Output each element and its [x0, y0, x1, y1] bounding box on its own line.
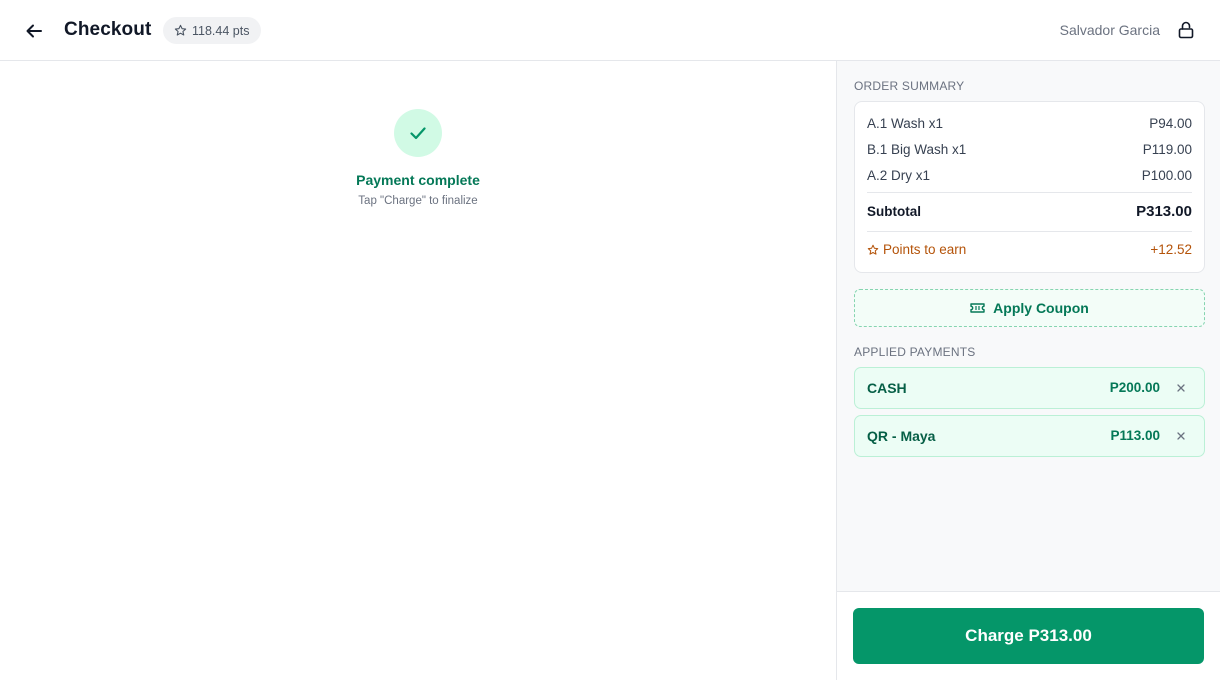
check-icon — [410, 127, 426, 140]
payment-amount: P113.00 — [1110, 428, 1160, 443]
main-panel: Payment complete Tap "Charge" to finaliz… — [0, 61, 836, 680]
status-title: Payment complete — [356, 172, 480, 188]
divider — [867, 192, 1192, 193]
back-button[interactable] — [22, 19, 46, 43]
line-item: A.2 Dry x1 P100.00 — [867, 168, 1192, 186]
star-icon — [867, 244, 879, 255]
apply-coupon-button[interactable]: Apply Coupon — [854, 289, 1205, 327]
top-bar: Checkout 118.44 pts Salvador Garcia — [0, 0, 1220, 61]
subtotal-value: P313.00 — [1136, 203, 1192, 220]
charge-button[interactable]: Charge P313.00 — [853, 608, 1204, 664]
points-badge: 118.44 pts — [163, 17, 262, 44]
lock-icon — [1178, 21, 1194, 39]
user-name: Salvador Garcia — [1059, 22, 1160, 38]
line-item-price: P100.00 — [1141, 168, 1192, 183]
points-balance: 118.44 pts — [192, 23, 250, 38]
remove-payment-button[interactable] — [1172, 427, 1190, 445]
line-item: B.1 Big Wash x1 P119.00 — [867, 142, 1192, 160]
applied-payments-label: APPLIED PAYMENTS — [854, 345, 976, 359]
points-to-earn-label: Points to earn — [883, 242, 967, 257]
remove-payment-button[interactable] — [1172, 379, 1190, 397]
success-indicator — [394, 109, 442, 157]
subtotal-row: Subtotal P313.00 — [867, 203, 1192, 220]
ticket-icon — [970, 303, 985, 313]
subtotal-label: Subtotal — [867, 204, 921, 219]
star-icon — [174, 24, 187, 36]
status-subtitle: Tap "Charge" to finalize — [358, 195, 478, 207]
checkout-sidebar: ORDER SUMMARY A.1 Wash x1 P94.00 B.1 Big… — [836, 61, 1220, 680]
line-item-name: A.1 Wash x1 — [867, 116, 944, 131]
close-icon — [1177, 384, 1185, 392]
divider — [867, 231, 1192, 232]
lock-button[interactable] — [1176, 20, 1196, 40]
line-item-price: P94.00 — [1149, 116, 1192, 131]
order-summary-card: A.1 Wash x1 P94.00 B.1 Big Wash x1 P119.… — [854, 101, 1205, 273]
line-item-price: P119.00 — [1142, 142, 1192, 157]
close-icon — [1177, 432, 1185, 440]
payment-amount: P200.00 — [1109, 380, 1160, 395]
order-summary-label: ORDER SUMMARY — [854, 79, 965, 93]
payment-item: QR - Maya P113.00 — [854, 415, 1205, 457]
points-to-earn-value: +12.52 — [1150, 242, 1192, 257]
line-item-name: B.1 Big Wash x1 — [867, 142, 967, 157]
payment-item: CASH P200.00 — [854, 367, 1205, 409]
points-to-earn-row: Points to earn +12.52 — [867, 242, 1192, 257]
payment-method: QR - Maya — [867, 428, 936, 444]
line-item-name: A.2 Dry x1 — [867, 168, 931, 183]
line-item: A.1 Wash x1 P94.00 — [867, 116, 1192, 134]
apply-coupon-label: Apply Coupon — [993, 300, 1089, 316]
page-title: Checkout — [64, 19, 152, 40]
payment-method: CASH — [867, 380, 907, 396]
charge-footer: Charge P313.00 — [837, 591, 1220, 680]
arrow-left-icon — [26, 24, 42, 38]
